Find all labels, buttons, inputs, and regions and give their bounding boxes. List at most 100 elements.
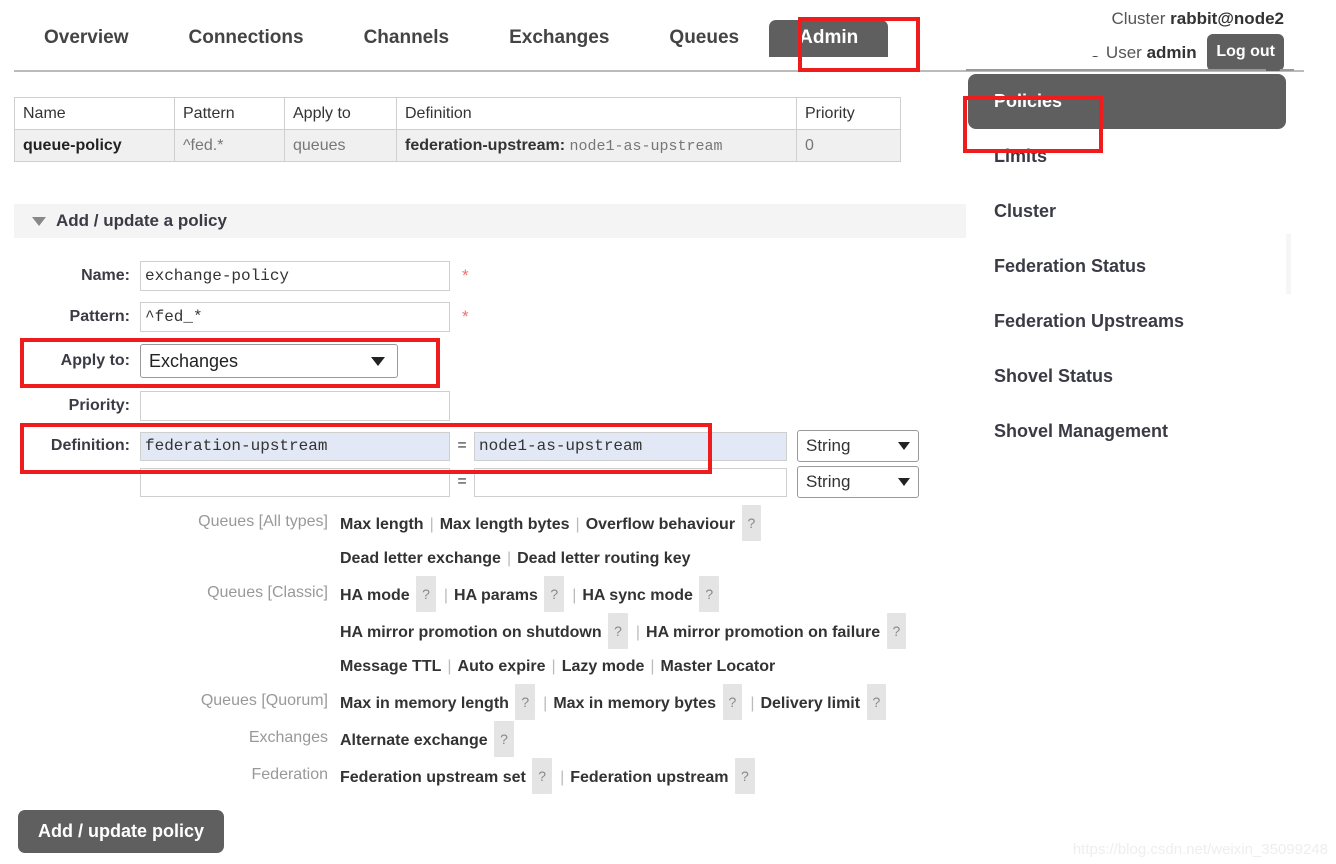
hint-link-dead-letter-exchange[interactable]: Dead letter exchange <box>340 550 501 567</box>
column-header-name[interactable]: Name <box>14 97 175 130</box>
help-icon[interactable]: ? <box>734 758 755 794</box>
hint-link-auto-expire[interactable]: Auto expire <box>458 658 546 675</box>
hint-category-label: Queues [All types] <box>198 513 328 530</box>
policies-table-head: Name Pattern Apply to Definition Priorit… <box>14 97 901 130</box>
cluster-label: Cluster <box>1111 9 1166 28</box>
definition-label-row: Definition: federation-upstream = node1-as… <box>0 428 960 464</box>
help-icon[interactable]: ? <box>544 576 565 612</box>
hint-link-ha-mirror-promotion-on-failure[interactable]: HA mirror promotion on failure <box>646 624 880 641</box>
hint-link-group: HA mode ? | HA params ? | HA sync mode ? <box>340 576 721 613</box>
priority-input[interactable] <box>140 390 450 421</box>
definition-type-select[interactable]: String <box>797 466 919 498</box>
hint-row: Message TTL | Auto expire | Lazy mode | Master… <box>0 650 1180 684</box>
sidebar-item-policies[interactable]: Policies <box>968 74 1286 129</box>
hint-link-lazy-mode[interactable]: Lazy mode <box>562 658 645 675</box>
column-header-apply-to[interactable]: Apply to <box>284 97 397 130</box>
table-row[interactable]: queue-policy ^fed.* queues federation-upstr… <box>14 129 901 162</box>
hint-link-group: Max in memory length ? | Max in memory byt… <box>340 684 888 721</box>
column-header-definition[interactable]: Definition <box>396 97 797 130</box>
name-input[interactable]: exchange-policy <box>140 260 450 291</box>
hint-row: Exchanges Alternate exchange ? <box>0 721 1180 758</box>
cluster-line: Cluster rabbit@node2 <box>1106 4 1284 34</box>
tab-admin[interactable]: Admin <box>769 20 889 57</box>
hint-link-federation-upstream[interactable]: Federation upstream <box>570 769 728 786</box>
hint-link-ha-mirror-promotion-on-shutdown[interactable]: HA mirror promotion on shutdown <box>340 624 602 641</box>
cell-policy-definition: federation-upstream: node1-as-upstream <box>396 129 797 162</box>
hint-separator: | <box>543 695 548 712</box>
hint-separator: | <box>447 658 452 675</box>
hint-link-max-in-memory-bytes[interactable]: Max in memory bytes <box>553 695 716 712</box>
definition-value: node1-as-upstream <box>569 137 723 155</box>
sidebar-item-label: Shovel Status <box>994 366 1114 386</box>
form-row-apply-to: Apply to: Exchanges <box>0 337 960 385</box>
section-title: Add / update a policy <box>56 211 227 230</box>
hint-separator: | <box>575 516 580 533</box>
hint-link-alternate-exchange[interactable]: Alternate exchange <box>340 732 488 749</box>
tab-overview[interactable]: Overview <box>14 20 159 57</box>
hint-link-delivery-limit[interactable]: Delivery limit <box>760 695 860 712</box>
column-header-priority[interactable]: Priority <box>796 97 901 130</box>
help-icon[interactable]: ? <box>699 576 720 612</box>
hint-link-ha-params[interactable]: HA params <box>454 587 538 604</box>
hint-link-group: Message TTL | Auto expire | Lazy mode | Master… <box>340 650 775 684</box>
apply-to-select[interactable]: Exchanges <box>140 344 398 378</box>
definition-value-input[interactable]: node1-as-upstream <box>474 431 787 461</box>
hint-separator: | <box>551 658 556 675</box>
hint-row: Queues [Classic] HA mode ? | HA params ? | HA… <box>0 576 1180 613</box>
help-icon[interactable]: ? <box>515 684 536 720</box>
definition-value-input[interactable] <box>474 467 787 497</box>
app-root: Overview Connections Channels Exchanges Queu… <box>0 0 1336 864</box>
sidebar-item-federation-upstreams[interactable]: Federation Upstreams <box>968 294 1336 349</box>
column-header-pattern[interactable]: Pattern <box>174 97 285 130</box>
pattern-input[interactable]: ^fed_* <box>140 301 450 332</box>
hint-link-ha-sync-mode[interactable]: HA sync mode <box>582 587 693 604</box>
policy-form: Name: exchange-policy * Pattern: ^fed_* … <box>0 255 960 426</box>
sidebar-item-label: Shovel Management <box>994 421 1169 441</box>
hint-link-dead-letter-routing-key[interactable]: Dead letter routing key <box>517 550 690 567</box>
definition-key-input[interactable]: federation-upstream <box>140 431 450 461</box>
hint-link-ha-mode[interactable]: HA mode <box>340 587 410 604</box>
sidebar-item-federation-status[interactable]: Federation Status <box>968 239 1336 294</box>
sidebar-item-feature-flags[interactable]: Feature Flags <box>968 56 1336 74</box>
definition-extra-row: = String <box>0 464 960 500</box>
hint-separator: | <box>560 769 565 786</box>
tab-exchanges[interactable]: Exchanges <box>479 20 639 57</box>
hint-separator: | <box>429 516 434 533</box>
help-icon[interactable]: ? <box>532 758 553 794</box>
hint-link-federation-upstream-set[interactable]: Federation upstream set <box>340 769 526 786</box>
tab-queues[interactable]: Queues <box>639 20 769 57</box>
hint-link-max-length[interactable]: Max length <box>340 516 424 533</box>
hint-link-max-length-bytes[interactable]: Max length bytes <box>440 516 570 533</box>
help-icon[interactable]: ? <box>416 576 436 612</box>
hint-link-master-locator[interactable]: Master Locator <box>661 658 776 675</box>
definition-grid: Definition: federation-upstream = node1-as… <box>0 428 960 500</box>
sidebar-item-cluster[interactable]: Cluster <box>968 184 1336 239</box>
definition-type-value: String <box>806 472 851 491</box>
definition-type-select[interactable]: String <box>797 430 919 462</box>
cell-policy-apply-to: queues <box>284 129 397 162</box>
tab-connections[interactable]: Connections <box>159 20 334 57</box>
tab-channels[interactable]: Channels <box>334 20 480 57</box>
help-icon[interactable]: ? <box>741 505 762 541</box>
hint-row: HA mirror promotion on shutdown ? | HA mir… <box>0 613 1180 650</box>
name-label: Name: <box>81 266 130 284</box>
pattern-label: Pattern: <box>69 307 130 325</box>
hint-link-max-in-memory-length[interactable]: Max in memory length <box>340 695 509 712</box>
help-icon[interactable]: ? <box>494 721 514 757</box>
sidebar-item-label: Policies <box>994 91 1063 111</box>
definition-key-input[interactable] <box>140 467 450 497</box>
help-icon[interactable]: ? <box>722 684 743 720</box>
help-icon[interactable]: ? <box>608 613 628 649</box>
sidebar-item-limits[interactable]: Limits <box>968 129 1336 184</box>
hint-link-overflow-behaviour[interactable]: Overflow behaviour <box>586 516 735 533</box>
add-update-policy-section-header[interactable]: Add / update a policy <box>14 204 966 238</box>
sidebar-item-shovel-status[interactable]: Shovel Status <box>968 349 1336 404</box>
hint-link-message-ttl[interactable]: Message TTL <box>340 658 441 675</box>
help-icon[interactable]: ? <box>886 613 907 649</box>
hint-category-label: Federation <box>251 766 329 783</box>
hint-separator: | <box>650 658 655 675</box>
hint-row: Queues [All types] Max length | Max length … <box>0 505 1180 542</box>
sidebar-item-shovel-management[interactable]: Shovel Management <box>968 404 1336 459</box>
help-icon[interactable]: ? <box>866 684 887 720</box>
add-update-policy-button[interactable]: Add / update policy <box>18 810 225 853</box>
